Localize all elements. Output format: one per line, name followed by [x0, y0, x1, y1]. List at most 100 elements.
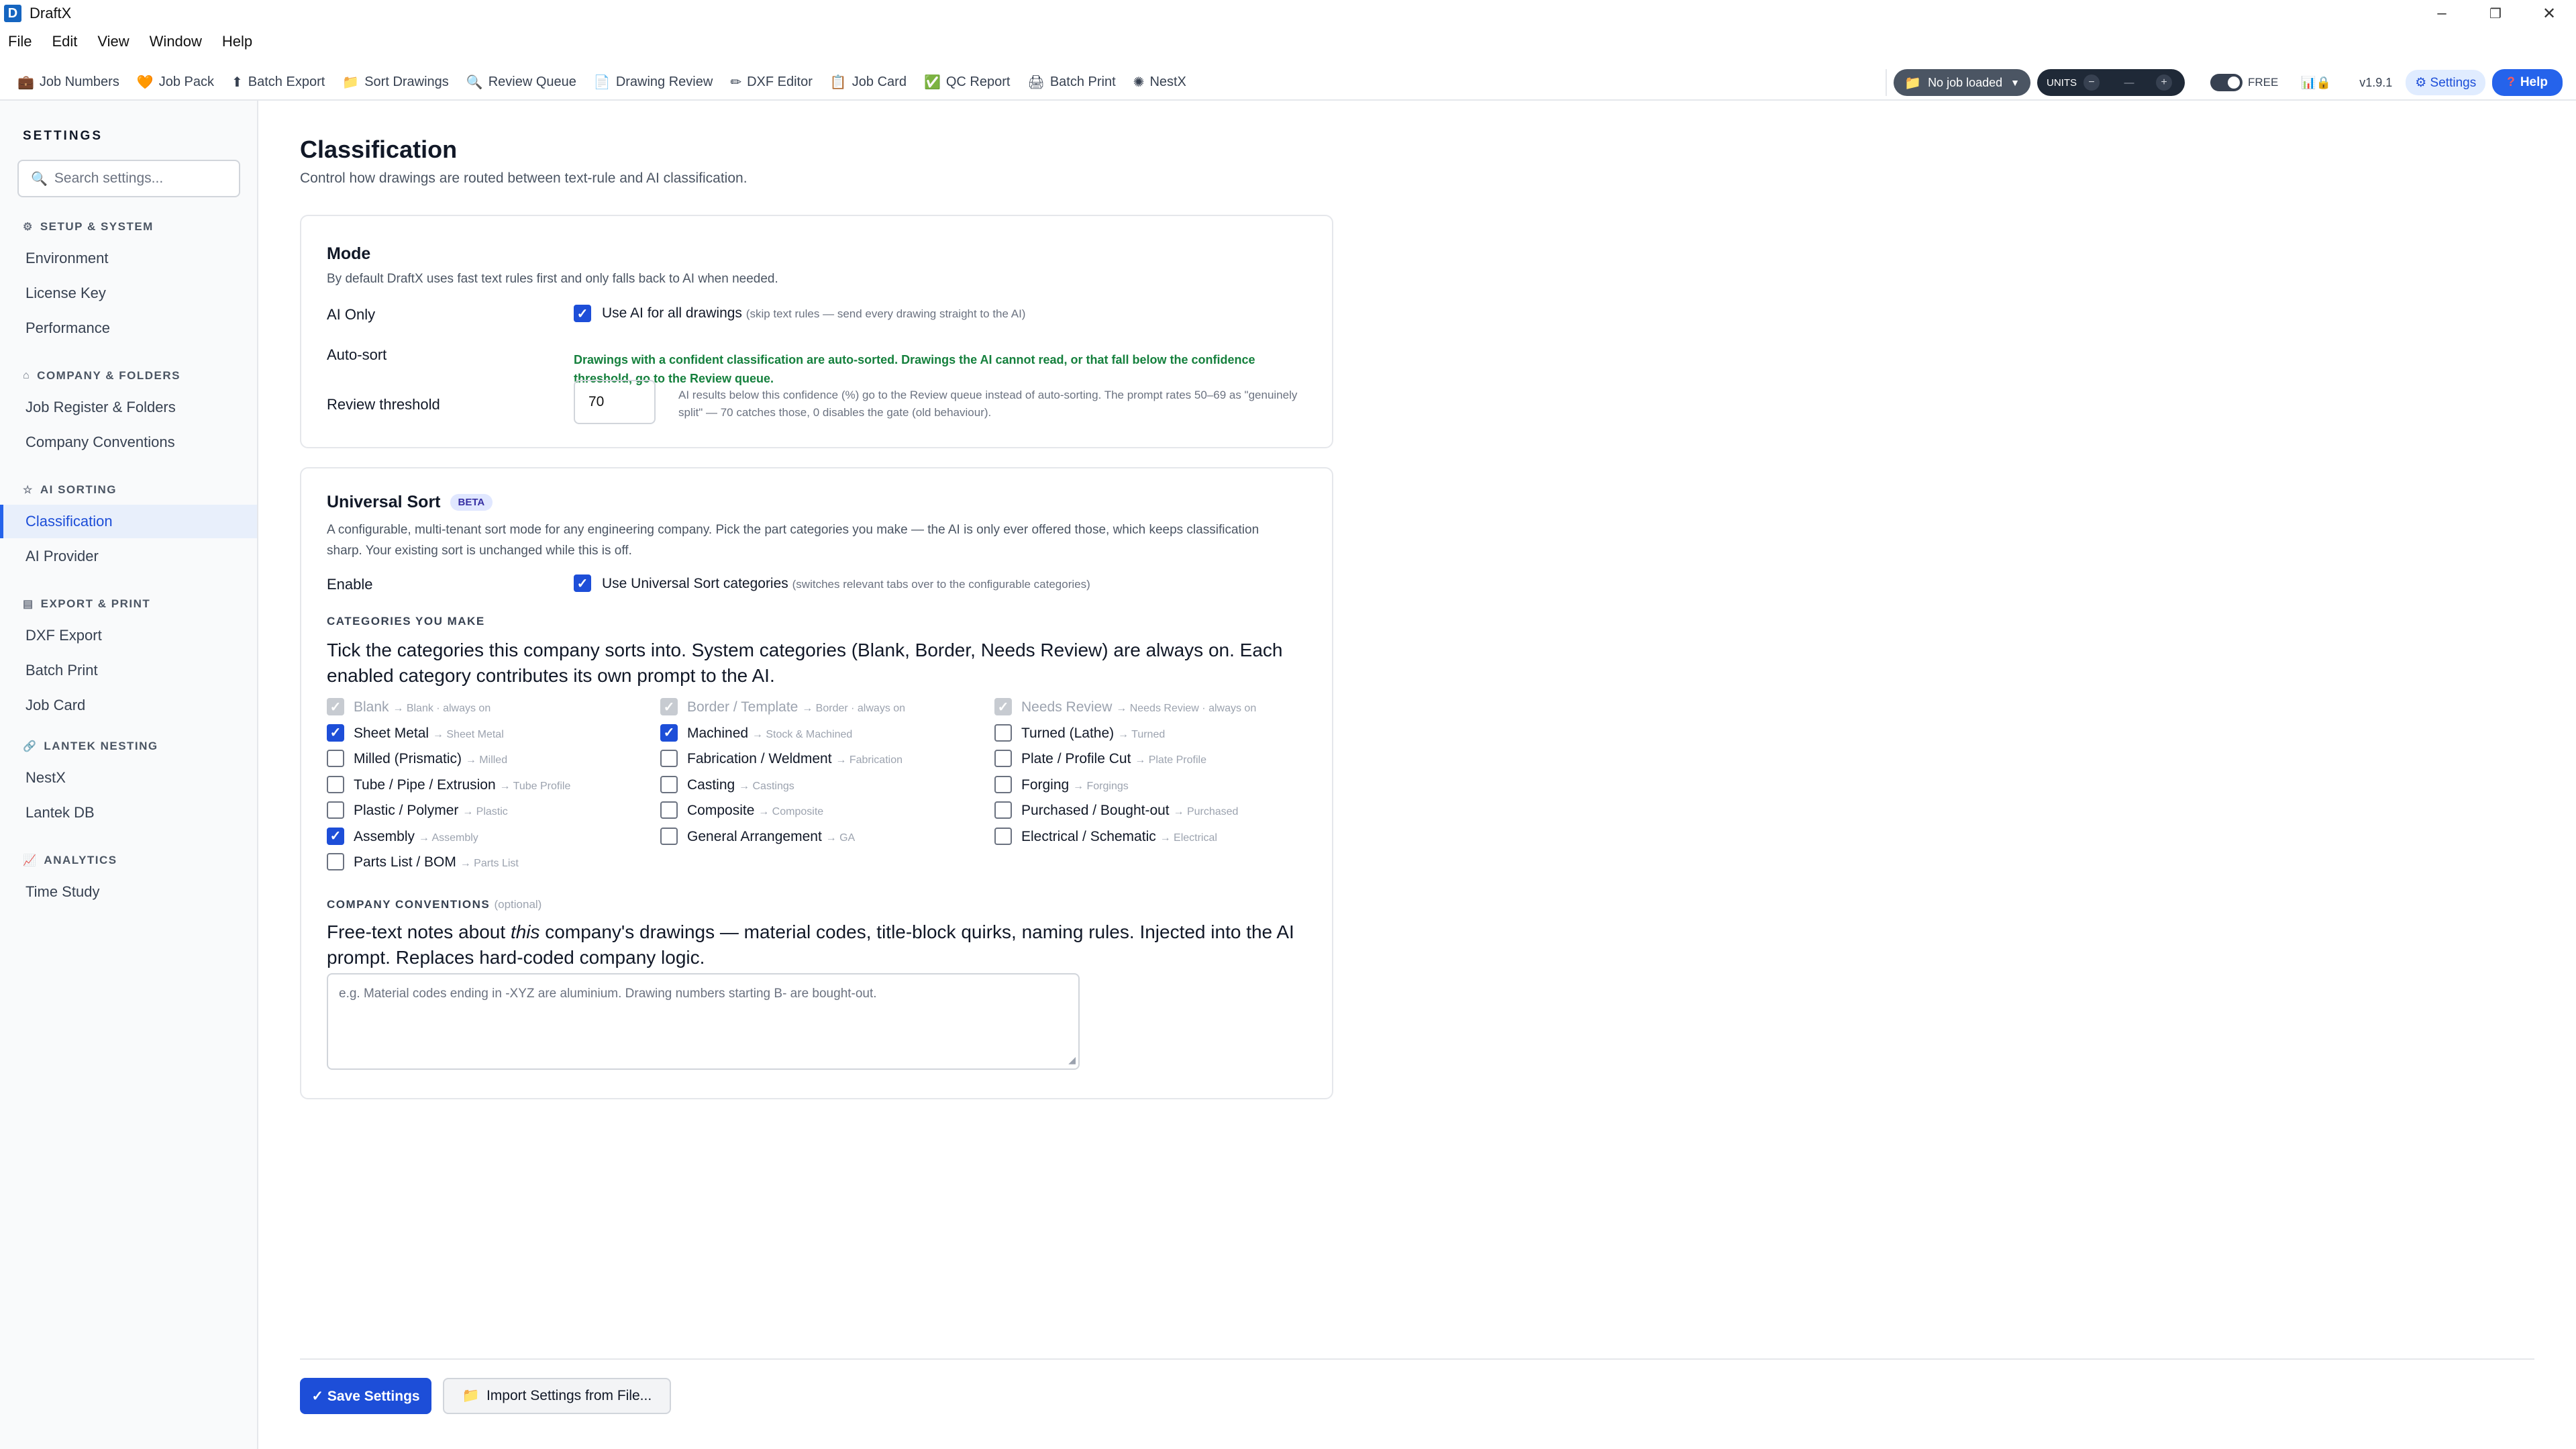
check-icon: ✅	[923, 74, 941, 90]
page-title: Classification	[300, 136, 458, 163]
category-target: → GA	[825, 832, 856, 844]
menu-view[interactable]: View	[97, 33, 129, 50]
sidebar-item-batch-print[interactable]: Batch Print	[0, 654, 257, 687]
category-label: Casting → Castings	[687, 777, 794, 793]
sidebar-item-dxf-export[interactable]: DXF Export	[0, 619, 257, 652]
toolbar-qc-report[interactable]: ✅ QC Report	[924, 74, 1011, 91]
resize-handle-icon[interactable]: ◢	[1068, 1054, 1076, 1066]
free-mode-toggle[interactable]	[2210, 74, 2243, 91]
ai-only-checkbox[interactable]: ✓	[574, 305, 591, 322]
category-name: Composite	[687, 803, 755, 818]
toolbar-nestx[interactable]: ✺ NestX	[1133, 74, 1186, 91]
threshold-input[interactable]: 70	[574, 380, 656, 424]
toolbar-sort-drawings[interactable]: 📁 Sort Drawings	[342, 74, 449, 91]
category-name: Blank	[354, 699, 389, 715]
conventions-placeholder: e.g. Material codes ending in -XYZ are a…	[339, 987, 877, 1001]
sidebar-item-classification[interactable]: Classification	[0, 505, 257, 538]
sidebar-item-license-key[interactable]: License Key	[0, 277, 257, 310]
toolbar-review-queue[interactable]: 🔍 Review Queue	[466, 74, 576, 91]
category-target: → Turned	[1117, 728, 1166, 740]
category-checkbox[interactable]: ✓	[660, 723, 678, 742]
units-increment-button[interactable]: +	[2156, 74, 2173, 91]
menu-edit[interactable]: Edit	[52, 33, 77, 50]
category-checkbox[interactable]	[327, 801, 344, 819]
mode-title: Mode	[327, 244, 371, 263]
category-label: Assembly → Assembly	[354, 829, 478, 845]
sidebar-item-time-study[interactable]: Time Study	[0, 875, 257, 909]
category-target: → Border · always on	[802, 703, 906, 714]
search-input[interactable]: 🔍 Search settings...	[17, 160, 240, 197]
category-target: → Sheet Metal	[432, 728, 504, 740]
category-checkbox[interactable]	[327, 775, 344, 793]
stats-lock-icon[interactable]: 📊🔒	[2301, 76, 2331, 90]
toolbar-item-label: QC Report	[945, 74, 1011, 89]
toolbar-batch-export[interactable]: ⬆ Batch Export	[231, 74, 325, 91]
toolbar: 💼 Job Numbers 🧡 Job Pack ⬆ Batch Export 📁 Sort …	[0, 64, 2576, 101]
help-button[interactable]: ? Help	[2492, 69, 2563, 96]
menu-window[interactable]: Window	[150, 33, 202, 50]
category-checkbox[interactable]	[994, 723, 1012, 742]
toolbar-item-label: DXF Editor	[747, 74, 813, 89]
units-decrement-button[interactable]: −	[2083, 74, 2100, 91]
settings-sidebar: SETTINGS 🔍 Search settings... ⚙ SETUP & S…	[0, 101, 258, 1449]
toolbar-job-numbers[interactable]: 💼 Job Numbers	[17, 74, 119, 91]
page-subtitle: Control how drawings are routed between …	[300, 170, 748, 186]
chevron-down-icon: ▼	[2010, 77, 2020, 88]
minimize-button[interactable]: –	[2415, 0, 2469, 27]
save-settings-button[interactable]: ✓ Save Settings	[300, 1378, 431, 1414]
conventions-textarea[interactable]: e.g. Material codes ending in -XYZ are a…	[327, 973, 1080, 1070]
building-icon: ⌂	[23, 370, 31, 381]
maximize-button[interactable]: ❐	[2469, 0, 2522, 27]
sidebar-item-lantek-db[interactable]: Lantek DB	[0, 796, 257, 830]
folder-icon: 📁	[342, 74, 360, 90]
sidebar-item-ai-provider[interactable]: AI Provider	[0, 540, 257, 573]
sidebar-item-job-register-folders[interactable]: Job Register & Folders	[0, 391, 257, 424]
toolbar-batch-print[interactable]: 🖨 Batch Print	[1027, 74, 1115, 91]
category-label: Parts List / BOM → Parts List	[354, 854, 519, 870]
category-checkbox[interactable]	[327, 750, 344, 767]
sidebar-item-environment[interactable]: Environment	[0, 242, 257, 275]
category-checkbox[interactable]	[994, 775, 1012, 793]
toolbar-drawing-review[interactable]: 📄 Drawing Review	[594, 74, 713, 91]
category-checkbox[interactable]	[994, 801, 1012, 819]
category-checkbox[interactable]	[660, 775, 678, 793]
category-checkbox[interactable]	[327, 853, 344, 870]
close-button[interactable]: ✕	[2522, 0, 2576, 27]
app-logo: D	[4, 5, 21, 22]
toolbar-job-card[interactable]: 📋 Job Card	[830, 74, 907, 91]
toolbar-item-label: Review Queue	[488, 74, 576, 89]
sidebar-item-nestx[interactable]: NestX	[0, 761, 257, 795]
menu-help[interactable]: Help	[222, 33, 252, 50]
category-label: Needs Review → Needs Review · always on	[1021, 699, 1256, 715]
sidebar-title: SETTINGS	[23, 129, 103, 143]
window-controls: – ❐ ✕	[2415, 0, 2576, 27]
pencil-icon: ✏	[730, 74, 742, 90]
sidebar-section-export-print: ▤ EXPORT & PRINT	[23, 597, 150, 611]
sidebar-item-performance[interactable]: Performance	[0, 311, 257, 345]
enable-universal-checkbox[interactable]: ✓	[574, 574, 591, 592]
import-settings-button[interactable]: 📁 Import Settings from File...	[443, 1378, 671, 1414]
category-checkbox[interactable]	[994, 750, 1012, 767]
category-checkbox[interactable]	[994, 827, 1012, 845]
clipboard-icon: 📋	[829, 74, 847, 90]
category-checkbox[interactable]	[660, 750, 678, 767]
category-checkbox[interactable]: ✓	[327, 723, 344, 742]
category-checkbox[interactable]: ✓	[327, 827, 344, 845]
settings-button[interactable]: ⚙ Settings	[2406, 70, 2486, 95]
category-name: Forging	[1021, 777, 1070, 793]
units-control: UNITS − — +	[2037, 69, 2185, 96]
version-label: v1.9.1	[2359, 75, 2393, 89]
pack-icon: 🧡	[136, 74, 154, 90]
toolbar-dxf-editor[interactable]: ✏ DXF Editor	[730, 74, 813, 91]
toolbar-job-pack[interactable]: 🧡 Job Pack	[137, 74, 214, 91]
category-name: Assembly	[354, 828, 415, 844]
job-selector[interactable]: 📁 No job loaded ▼	[1894, 69, 2031, 96]
category-name: Milled (Prismatic)	[354, 751, 462, 766]
category-label: Purchased / Bought-out → Purchased	[1021, 803, 1238, 819]
menu-file[interactable]: File	[8, 33, 32, 50]
category-checkbox[interactable]	[660, 801, 678, 819]
sidebar-item-company-conventions[interactable]: Company Conventions	[0, 426, 257, 459]
category-checkbox[interactable]	[660, 827, 678, 845]
units-value: —	[2124, 77, 2134, 89]
sidebar-item-job-card[interactable]: Job Card	[0, 689, 257, 722]
